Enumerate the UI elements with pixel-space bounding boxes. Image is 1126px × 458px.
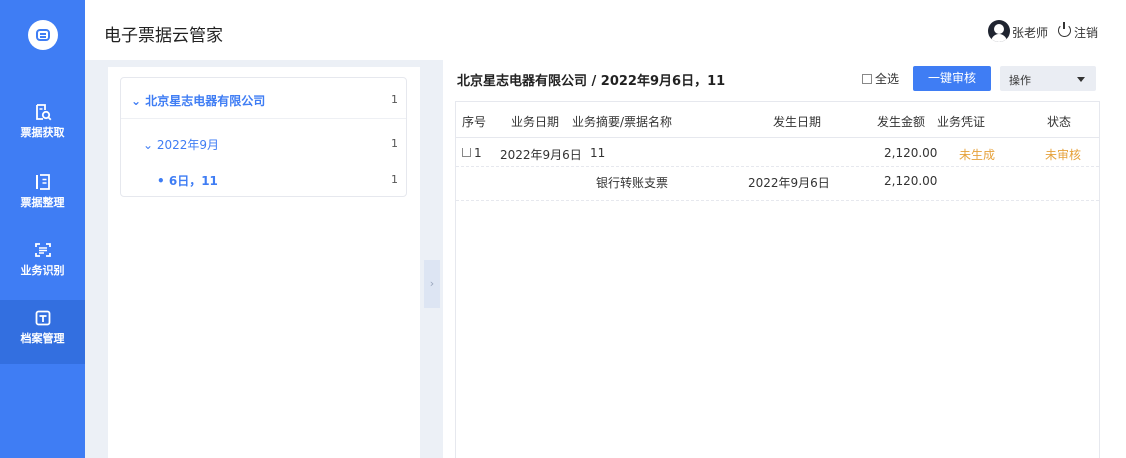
avatar[interactable] <box>988 20 1010 42</box>
sidebar-item-label: 票据整理 <box>20 196 65 209</box>
cell-summary: 11 <box>590 146 606 160</box>
tree-node-company[interactable]: ⌄ 北京星志电器有限公司 1 <box>121 90 406 110</box>
app-title: 电子票据云管家 <box>104 26 223 46</box>
one-click-review-button[interactable]: 一键审核 <box>913 66 991 91</box>
data-table: 序号 业务日期 业务摘要/票据名称 发生日期 发生金额 业务凭证 状态 1 20… <box>455 101 1100 458</box>
tree-node-label: 北京星志电器有限公司 <box>145 94 266 108</box>
main-panel: 北京星志电器有限公司 / 2022年9月6日，11 全选 一键审核 操作 序号 … <box>443 60 1126 458</box>
sidebar-item-archive-management[interactable]: 档案管理 <box>0 300 85 364</box>
app-logo-icon <box>28 20 58 50</box>
workspace: ⌄ 北京星志电器有限公司 1 ⌄ 2022年9月 1 • 6日，11 1 › 北… <box>85 60 1126 458</box>
column-header: 发生日期 <box>773 115 822 129</box>
chevron-down-icon[interactable]: ⌄ <box>131 94 145 108</box>
chevron-down-icon[interactable]: ⌄ <box>143 138 157 152</box>
power-icon[interactable] <box>1058 22 1071 37</box>
cell-amount: 2,120.00 <box>884 174 938 188</box>
sidebar: 票据获取 票据整理 业务识别 档案管理 <box>0 0 85 458</box>
page-title: 北京星志电器有限公司 / 2022年9月6日，11 <box>457 74 726 89</box>
cell-occur-date: 2022年9月6日 <box>748 176 830 190</box>
top-header: 电子票据云管家 张老师 注销 <box>85 0 1126 60</box>
bullet-icon: • <box>157 174 169 188</box>
row-index: 1 <box>474 146 482 160</box>
table-header: 序号 业务日期 业务摘要/票据名称 发生日期 发生金额 业务凭证 状态 <box>456 102 1099 138</box>
receipt-search-icon <box>35 104 51 121</box>
tree-node-count: 1 <box>391 93 398 106</box>
checkbox-icon[interactable] <box>862 74 872 84</box>
table-row[interactable]: 银行转账支票 2022年9月6日 2,120.00 <box>456 167 1099 201</box>
sidebar-item-business-recognition[interactable]: 业务识别 <box>0 232 85 296</box>
select-all-checkbox[interactable]: 全选 <box>862 70 899 87</box>
table-row[interactable]: 1 2022年9月6日 11 2,120.00 未生成 未审核 <box>456 139 1099 167</box>
tree-panel: ⌄ 北京星志电器有限公司 1 ⌄ 2022年9月 1 • 6日，11 1 <box>108 67 420 458</box>
archive-icon <box>35 310 50 326</box>
tree-node-month[interactable]: ⌄ 2022年9月 1 <box>121 134 406 154</box>
username[interactable]: 张老师 <box>1012 24 1048 41</box>
cell-amount: 2,120.00 <box>884 146 938 160</box>
divider <box>121 118 406 119</box>
column-header: 发生金额 <box>877 115 926 129</box>
sidebar-item-label: 票据获取 <box>20 126 65 139</box>
status-badge: 未审核 <box>1045 148 1082 162</box>
sidebar-item-label: 业务识别 <box>20 264 65 277</box>
tree-node-count: 1 <box>391 137 398 150</box>
cell-voucher[interactable]: 未生成 <box>959 146 995 163</box>
sidebar-item-receipt-acquire[interactable]: 票据获取 <box>0 94 85 158</box>
row-checkbox[interactable] <box>462 148 471 157</box>
chevron-right-icon: › <box>429 277 435 290</box>
tree-node-label: 6日，11 <box>168 174 218 188</box>
list-icon <box>35 174 50 190</box>
select-all-label: 全选 <box>875 72 900 86</box>
sidebar-item-receipt-organize[interactable]: 票据整理 <box>0 164 85 228</box>
cell-biz-date: 2022年9月6日 <box>500 148 582 162</box>
column-header: 序号 <box>462 115 487 129</box>
collapse-handle[interactable]: › <box>424 260 440 308</box>
tree-node-day[interactable]: • 6日，11 1 <box>121 170 406 190</box>
sidebar-item-label: 档案管理 <box>20 332 65 345</box>
tree-node-label: 2022年9月 <box>156 138 220 152</box>
operation-select[interactable]: 操作 <box>1000 66 1096 91</box>
tree-box: ⌄ 北京星志电器有限公司 1 ⌄ 2022年9月 1 • 6日，11 1 <box>120 77 407 197</box>
column-header: 业务摘要/票据名称 <box>572 115 673 129</box>
scan-icon <box>34 243 51 257</box>
operation-select-value: 操作 <box>1009 74 1031 87</box>
tree-node-count: 1 <box>391 173 398 186</box>
column-header: 业务日期 <box>511 115 560 129</box>
column-header: 状态 <box>1047 115 1072 129</box>
caret-down-icon <box>1077 77 1085 82</box>
logout-link[interactable]: 注销 <box>1074 24 1098 41</box>
cell-summary: 银行转账支票 <box>596 176 669 190</box>
column-header: 业务凭证 <box>937 115 986 129</box>
